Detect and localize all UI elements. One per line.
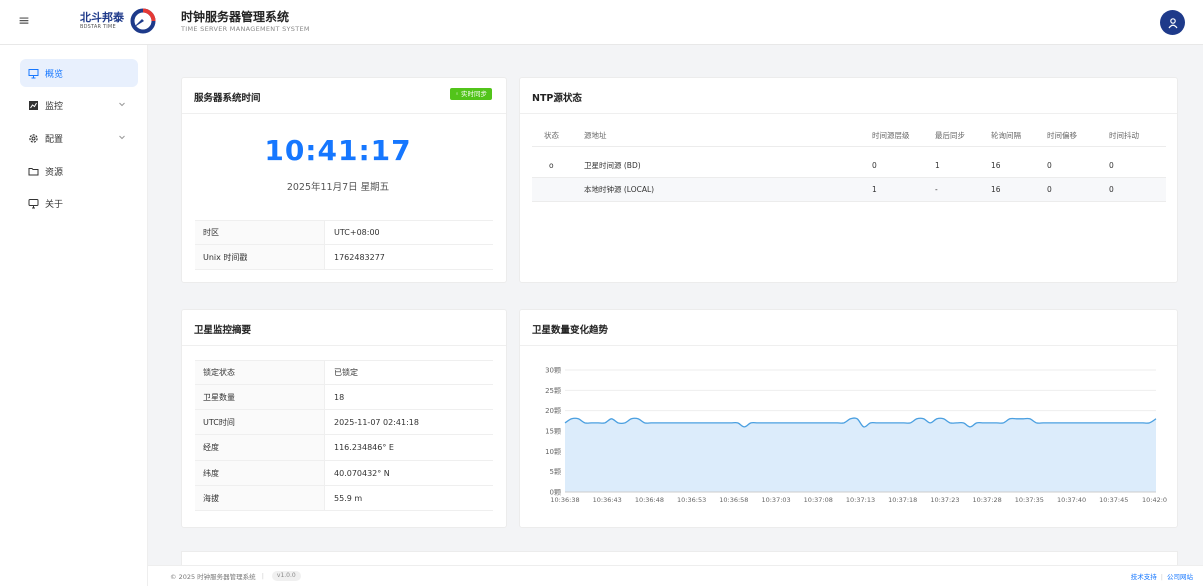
y-tick-label: 30颗 [545, 367, 561, 375]
x-tick-label: 10:36:48 [635, 496, 664, 504]
current-date: 2025年11月7日 星期五 [286, 182, 390, 193]
footer: © 2025 时钟服务器管理系统 | v1.0.0 技术支持 | 公司网站 [148, 565, 1203, 586]
x-tick-label: 10:36:38 [550, 496, 579, 504]
series-area [565, 417, 1156, 492]
sidebar: 概览 监控 配置 资源 关于 [0, 45, 148, 586]
version-badge: v1.0.0 [271, 571, 301, 581]
x-tick-label: 10:36:53 [677, 496, 706, 504]
sidebar-item-label: 概览 [45, 69, 64, 80]
server-time-card: 服务器系统时间 ◦ 实时同步 10:41:17 2025年11月7日 星期五 时… [181, 77, 507, 283]
status-indicator: o [549, 161, 554, 170]
y-tick-label: 5颗 [550, 468, 561, 476]
y-tick-label: 25颗 [545, 387, 561, 395]
satellite-info-row: 纬度 40.070432° N [195, 461, 493, 486]
x-tick-label: 10:37:08 [804, 496, 833, 504]
x-tick-label: 10:37:18 [888, 496, 917, 504]
chevron-down-icon [119, 102, 125, 107]
satellite-info-row: 海拔 55.9 m [195, 486, 493, 511]
x-tick-label: 10:37:28 [973, 496, 1002, 504]
y-tick-label: 10颗 [545, 448, 561, 456]
top-header: ≡ 北斗邦泰 BDSTAR TIME 时钟服务器管理系统 TIME SERVER… [0, 0, 1203, 45]
sidebar-item-label: 监控 [45, 101, 64, 112]
system-subtitle: TIME SERVER MANAGEMENT SYSTEM [181, 25, 310, 33]
satellite-info-row: 卫星数量 18 [195, 385, 493, 410]
user-avatar[interactable] [1160, 10, 1185, 35]
table-row[interactable]: o 卫星时间源 (BD) 0 1 16 0 0 [532, 154, 1166, 178]
sidebar-item-monitor[interactable]: 监控 [20, 91, 138, 119]
sidebar-item-label: 关于 [45, 199, 64, 210]
info-screen-icon [27, 197, 39, 209]
sidebar-item-about[interactable]: 关于 [20, 189, 138, 217]
sidebar-item-overview[interactable]: 概览 [20, 59, 138, 87]
chevron-down-icon [119, 135, 125, 140]
y-tick-label: 15颗 [545, 428, 561, 436]
x-tick-label: 10:42:0 [1142, 496, 1167, 504]
time-info-row: 时区 UTC+08:00 [195, 220, 493, 245]
monitor-icon [27, 67, 39, 79]
brand-name-en: BDSTAR TIME [80, 24, 116, 30]
footer-divider: | [261, 572, 264, 580]
satellite-info-row: UTC时间 2025-11-07 02:41:18 [195, 410, 493, 435]
satellite-info-row: 经度 116.234846° E [195, 435, 493, 461]
x-tick-label: 10:37:45 [1099, 496, 1128, 504]
sync-status-badge: ◦ 实时同步 [450, 88, 492, 100]
gear-icon [27, 132, 39, 144]
system-title: 时钟服务器管理系统 [181, 10, 290, 24]
satellite-info-row: 锁定状态 已锁定 [195, 360, 493, 385]
x-tick-label: 10:36:43 [593, 496, 622, 504]
sidebar-item-resources[interactable]: 资源 [20, 157, 138, 185]
x-tick-label: 10:37:13 [846, 496, 875, 504]
x-tick-label: 10:37:40 [1057, 496, 1086, 504]
folder-icon [27, 165, 39, 177]
sidebar-item-label: 配置 [45, 134, 64, 145]
copyright-text: © 2025 时钟服务器管理系统 [170, 573, 256, 581]
menu-toggle-icon[interactable]: ≡ [14, 11, 34, 31]
table-header: 状态 源地址 时间源层级 最后同步 轮询间隔 时间偏移 时间抖动 [532, 125, 1166, 147]
x-tick-label: 10:37:35 [1015, 496, 1044, 504]
x-tick-label: 10:36:58 [719, 496, 748, 504]
x-tick-label: 10:37:23 [930, 496, 959, 504]
company-site-link[interactable]: 公司网站 [1167, 573, 1193, 581]
satellite-summary-card: 卫星监控摘要 锁定状态 已锁定 卫星数量 18 UTC时间 2025-11-07… [181, 309, 507, 528]
next-card [181, 551, 1178, 565]
sidebar-item-config[interactable]: 配置 [20, 124, 138, 152]
card-title: NTP源状态 [532, 93, 582, 104]
current-time: 10:41:17 [264, 134, 412, 167]
ntp-status-card: NTP源状态 状态 源地址 时间源层级 最后同步 轮询间隔 时间偏移 时间抖动 … [519, 77, 1178, 283]
table-row[interactable]: 本地时钟源 (LOCAL) 1 - 16 0 0 [532, 178, 1166, 202]
sidebar-item-label: 资源 [45, 167, 64, 178]
x-tick-label: 10:37:03 [761, 496, 790, 504]
brand-name-cn: 北斗邦泰 [80, 11, 124, 24]
satellite-trend-chart: 0颗5颗10颗15颗20颗25颗30颗10:36:38 10:36:43 10:36… [545, 367, 1167, 505]
satellite-trend-card: 卫星数量变化趋势 0颗 5颗 10颗 15颗 20颗 25颗 30颗 10:36:38 10:3… [519, 309, 1178, 528]
tech-support-link[interactable]: 技术支持 [1131, 573, 1157, 581]
card-title: 服务器系统时间 [194, 93, 261, 104]
brand-mark-icon [130, 8, 156, 34]
user-icon [1168, 17, 1177, 28]
footer-divider: | [1160, 573, 1163, 581]
time-info-row: Unix 时间戳 1762483277 [195, 245, 493, 270]
chart-title: 卫星数量变化趋势 [532, 325, 609, 336]
y-tick-label: 20颗 [545, 407, 561, 415]
card-title: 卫星监控摘要 [194, 325, 252, 336]
chart-icon [27, 99, 39, 111]
